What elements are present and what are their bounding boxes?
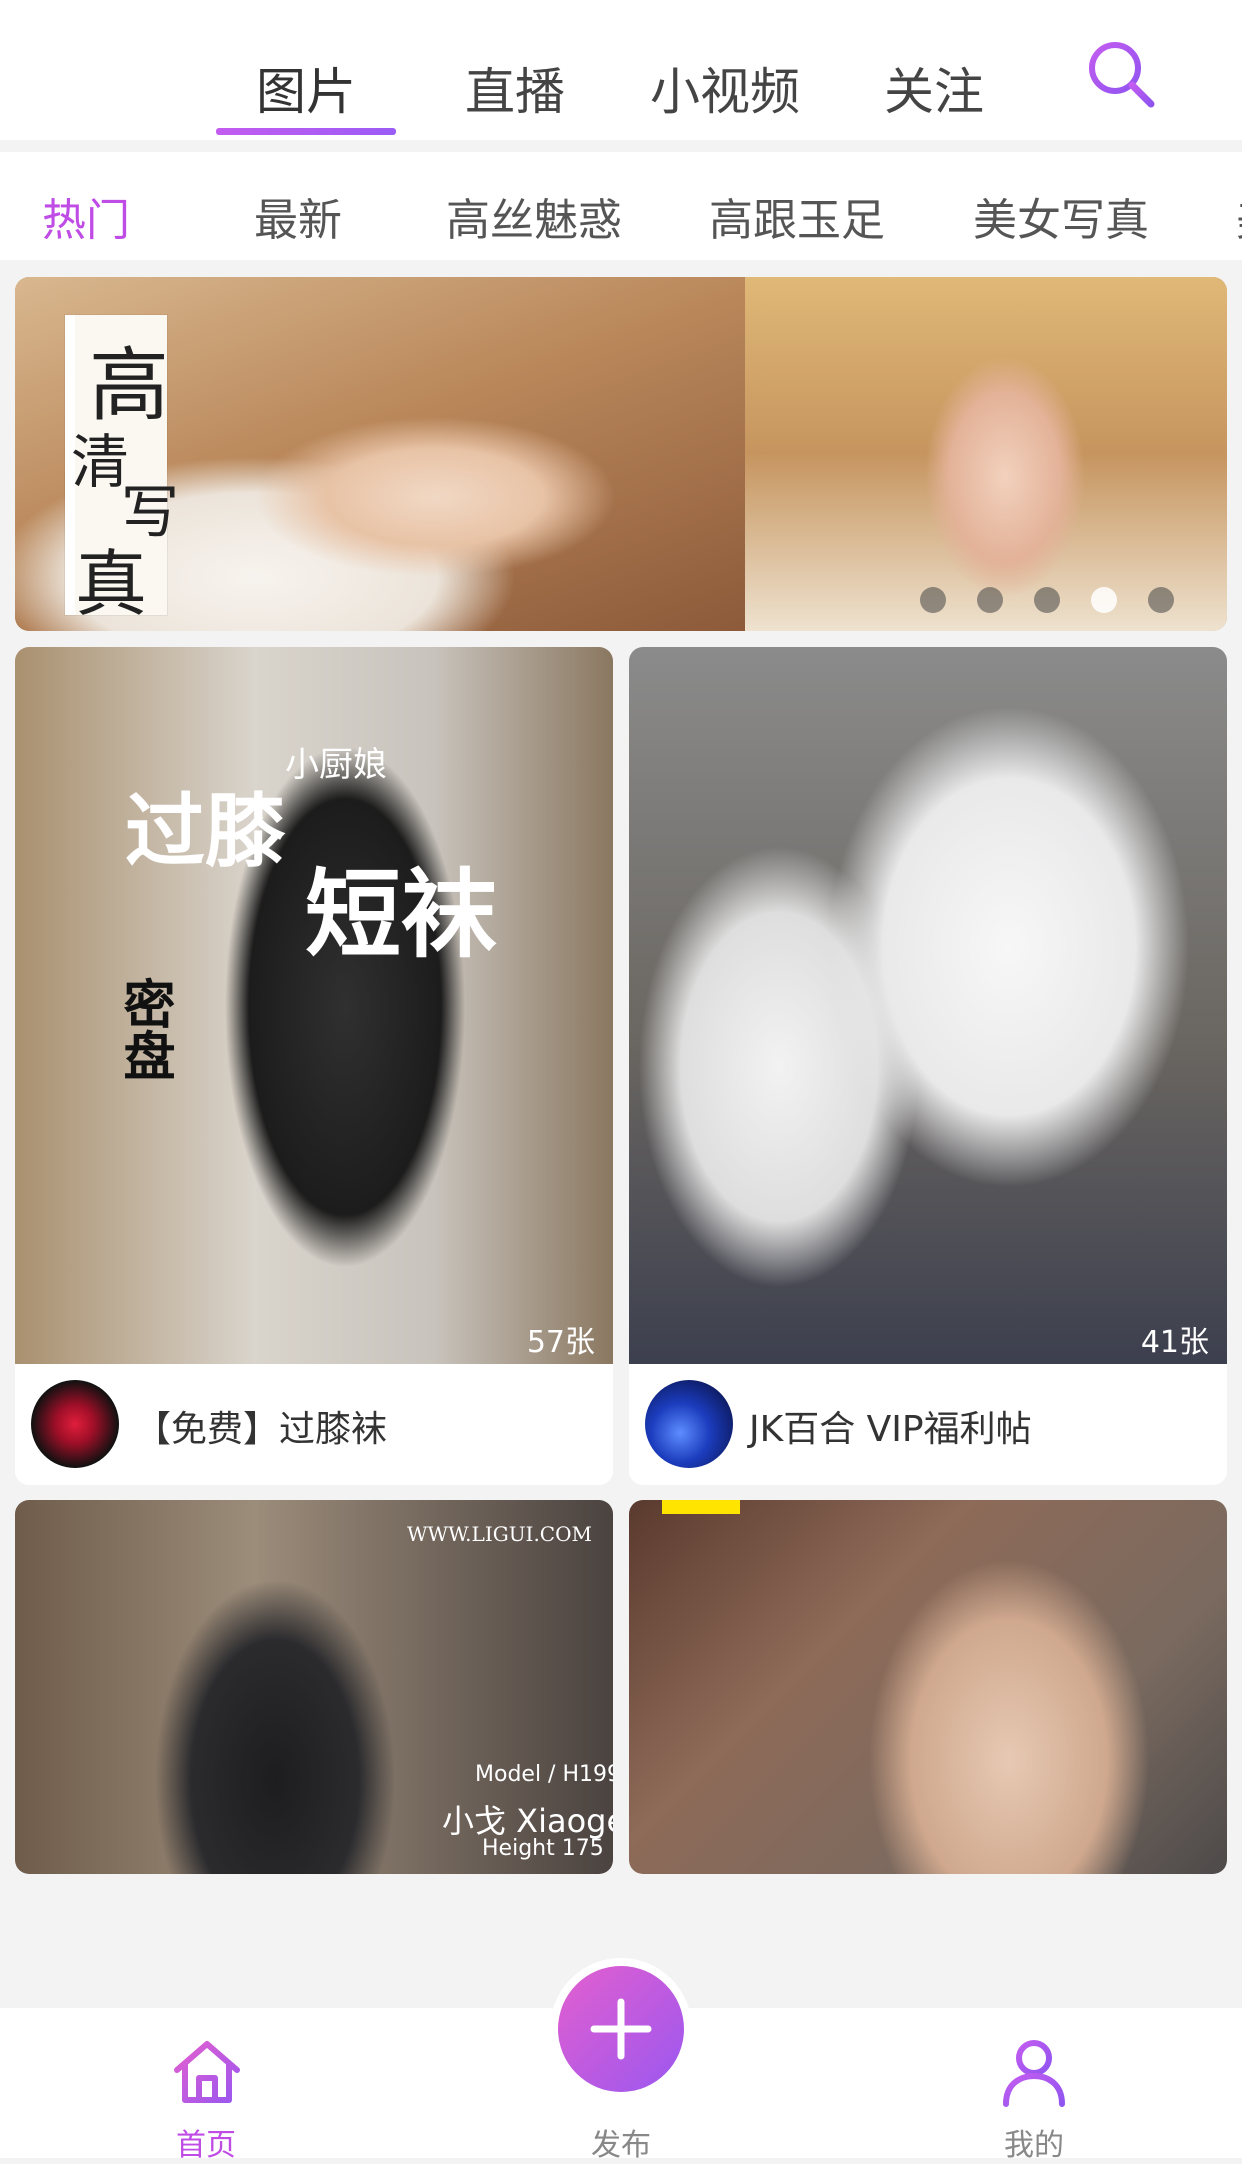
post-title[interactable]: 【免费】过膝袜 (135, 1400, 387, 1452)
category-silk[interactable]: 高丝魅惑 (446, 184, 622, 248)
nav-home[interactable]: 首页 (126, 2008, 286, 2163)
post-thumbnail: 41张 (629, 647, 1227, 1364)
post-card[interactable]: 41张 JK百合 VIP福利帖 (629, 647, 1227, 1485)
category-bar: 热门 最新 高丝魅惑 高跟玉足 美女写真 美 (0, 152, 1242, 260)
active-tab-indicator (216, 128, 396, 135)
post-thumbnail: 小厨娘 过膝 短袜 密盘 57张 (15, 647, 613, 1364)
user-icon (1003, 2040, 1065, 2107)
nav-publish-label: 发布 (591, 2128, 651, 2163)
avatar[interactable] (31, 1380, 119, 1468)
tab-short-video[interactable]: 小视频 (650, 52, 800, 124)
post-card[interactable]: WWW.LIGUI.COM Model / H199 小戈 Xiaoge Hei… (15, 1500, 613, 1874)
post-title[interactable]: JK百合 VIP福利帖 (749, 1400, 1032, 1452)
banner-label: 高 清 写 真 (65, 315, 179, 626)
tab-follow[interactable]: 关注 (884, 52, 984, 124)
search-icon[interactable] (1085, 38, 1157, 110)
tab-pictures[interactable]: 图片 (256, 52, 356, 124)
image-count: 57张 (526, 1325, 595, 1360)
plus-icon (590, 1998, 652, 2060)
tab-live[interactable]: 直播 (465, 52, 565, 124)
corner-badge (662, 1500, 740, 1514)
carousel-dot[interactable] (1034, 587, 1060, 613)
nav-home-label: 首页 (176, 2128, 236, 2163)
post-card[interactable] (629, 1500, 1227, 1874)
category-more-clipped[interactable]: 美 (1236, 184, 1242, 248)
nav-me-label: 我的 (1004, 2128, 1064, 2163)
carousel-dot[interactable] (920, 587, 946, 613)
image-count: 41张 (1140, 1325, 1209, 1360)
category-hot[interactable]: 热门 (42, 184, 130, 248)
banner-carousel[interactable]: 高 清 写 真 (15, 277, 1227, 631)
carousel-dot-active[interactable] (1091, 587, 1117, 613)
post-thumbnail: WWW.LIGUI.COM Model / H199 小戈 Xiaoge Hei… (15, 1500, 613, 1874)
carousel-dot[interactable] (977, 587, 1003, 613)
category-latest[interactable]: 最新 (254, 184, 342, 248)
post-thumbnail (629, 1500, 1227, 1874)
avatar[interactable] (645, 1380, 733, 1468)
nav-me[interactable]: 我的 (954, 2008, 1114, 2163)
post-footer: JK百合 VIP福利帖 (629, 1364, 1227, 1485)
banner-image-right (745, 277, 1227, 631)
publish-button[interactable] (558, 1966, 684, 2092)
category-heels[interactable]: 高跟玉足 (709, 184, 885, 248)
carousel-dot[interactable] (1148, 587, 1174, 613)
top-tab-bar: 图片 直播 小视频 关注 (0, 0, 1242, 140)
category-portrait[interactable]: 美女写真 (973, 184, 1149, 248)
post-card[interactable]: 小厨娘 过膝 短袜 密盘 57张 【免费】过膝袜 (15, 647, 613, 1485)
home-icon (174, 2041, 240, 2103)
post-footer: 【免费】过膝袜 (15, 1364, 613, 1485)
